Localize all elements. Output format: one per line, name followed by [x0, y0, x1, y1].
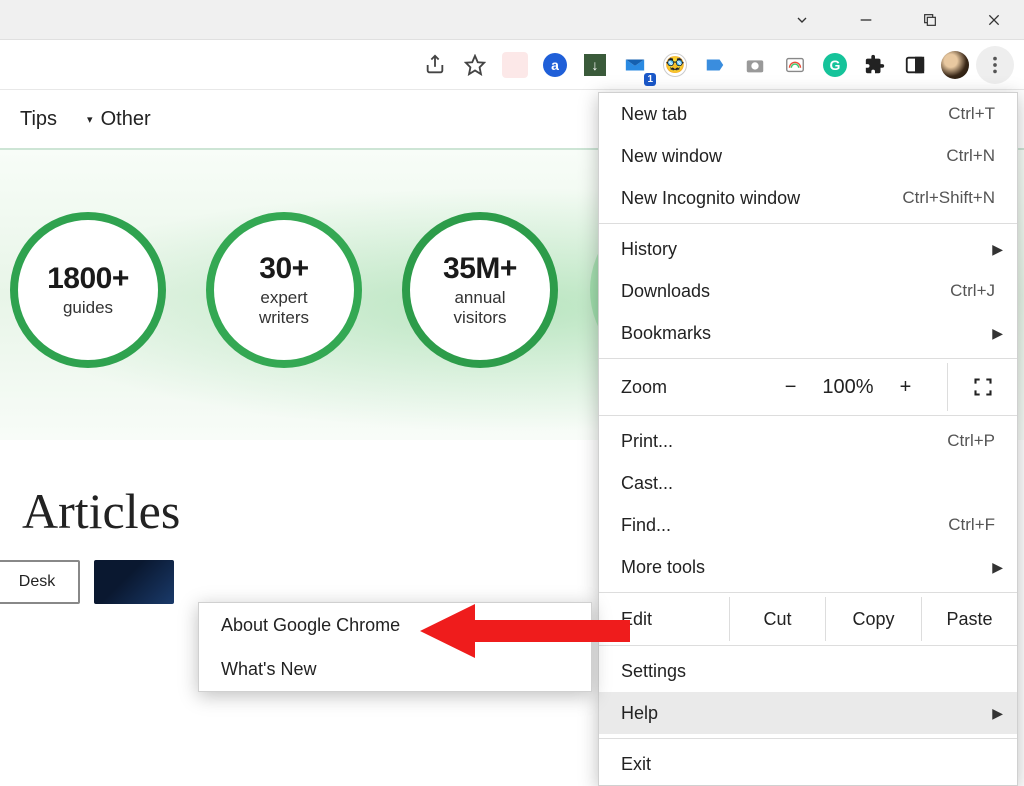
chevron-down-icon: ▾	[87, 113, 93, 126]
menu-more-tools[interactable]: More tools ▶	[599, 546, 1017, 588]
menu-zoom-row: Zoom − 100% +	[599, 363, 1017, 411]
extension-tag-icon[interactable]	[696, 46, 734, 84]
edit-cut-button[interactable]: Cut	[729, 597, 825, 641]
menu-separator	[599, 645, 1017, 646]
chrome-main-menu: New tab Ctrl+T New window Ctrl+N New Inc…	[598, 92, 1018, 786]
chevron-right-icon: ▶	[992, 705, 1003, 722]
stat-value: 30+	[259, 252, 308, 286]
menu-bookmarks[interactable]: Bookmarks ▶	[599, 312, 1017, 354]
extension-mail-icon[interactable]: 1	[616, 46, 654, 84]
extension-blank-icon[interactable]	[496, 46, 534, 84]
menu-edit-row: Edit Cut Copy Paste	[599, 597, 1017, 641]
stat-value: 1800+	[47, 262, 129, 296]
stat-circle: 1800+ guides	[10, 212, 166, 368]
bookmark-star-icon[interactable]	[456, 46, 494, 84]
extension-png-icon[interactable]: ↓	[576, 46, 614, 84]
stat-value: 35M+	[443, 252, 517, 286]
extension-camera-icon[interactable]	[736, 46, 774, 84]
share-icon[interactable]	[416, 46, 454, 84]
menu-new-tab[interactable]: New tab Ctrl+T	[599, 93, 1017, 135]
stat-circle: 30+ expertwriters	[206, 212, 362, 368]
zoom-out-button[interactable]: −	[785, 376, 797, 399]
help-submenu: About Google Chrome What's New	[198, 602, 592, 692]
menu-separator	[599, 358, 1017, 359]
nav-other[interactable]: ▾ Other	[87, 108, 151, 131]
thumbnail-dark[interactable]	[94, 560, 174, 604]
close-button[interactable]	[976, 4, 1012, 36]
tab-dropdown-icon[interactable]	[784, 4, 820, 36]
menu-separator	[599, 223, 1017, 224]
more-menu-button[interactable]	[976, 46, 1014, 84]
menu-help[interactable]: Help ▶	[599, 692, 1017, 734]
menu-settings[interactable]: Settings	[599, 650, 1017, 692]
stat-circle: 35M+ annualvisitors	[402, 212, 558, 368]
menu-new-incognito[interactable]: New Incognito window Ctrl+Shift+N	[599, 177, 1017, 219]
menu-separator	[599, 415, 1017, 416]
zoom-in-button[interactable]: +	[900, 376, 912, 399]
window-titlebar	[0, 0, 1024, 40]
edit-copy-button[interactable]: Copy	[825, 597, 921, 641]
maximize-button[interactable]	[912, 4, 948, 36]
fullscreen-button[interactable]	[947, 363, 1017, 411]
extension-a-icon[interactable]: a	[536, 46, 574, 84]
menu-exit[interactable]: Exit	[599, 743, 1017, 785]
nav-tips[interactable]: Tips	[20, 108, 57, 131]
thumbnail-desk[interactable]: Desk	[0, 560, 80, 604]
stat-label: guides	[63, 298, 113, 318]
nav-tips-label: Tips	[20, 108, 57, 131]
extension-rainbow-icon[interactable]	[776, 46, 814, 84]
browser-toolbar: a ↓ 1 🥸 G	[0, 40, 1024, 90]
submenu-whats-new[interactable]: What's New	[199, 647, 591, 691]
menu-find[interactable]: Find... Ctrl+F	[599, 504, 1017, 546]
menu-history[interactable]: History ▶	[599, 228, 1017, 270]
extension-duck-icon[interactable]: 🥸	[656, 46, 694, 84]
menu-cast[interactable]: Cast...	[599, 462, 1017, 504]
side-panel-icon[interactable]	[896, 46, 934, 84]
menu-downloads[interactable]: Downloads Ctrl+J	[599, 270, 1017, 312]
menu-separator	[599, 738, 1017, 739]
zoom-value: 100%	[822, 376, 873, 399]
menu-new-window[interactable]: New window Ctrl+N	[599, 135, 1017, 177]
stat-label: expertwriters	[259, 288, 309, 327]
extension-grammarly-icon[interactable]: G	[816, 46, 854, 84]
menu-separator	[599, 592, 1017, 593]
edit-paste-button[interactable]: Paste	[921, 597, 1017, 641]
profile-avatar[interactable]	[936, 46, 974, 84]
chevron-right-icon: ▶	[992, 325, 1003, 342]
submenu-about-chrome[interactable]: About Google Chrome	[199, 603, 591, 647]
chevron-right-icon: ▶	[992, 241, 1003, 258]
menu-print[interactable]: Print... Ctrl+P	[599, 420, 1017, 462]
minimize-button[interactable]	[848, 4, 884, 36]
stat-label: annualvisitors	[454, 288, 507, 327]
nav-other-label: Other	[101, 108, 151, 131]
chevron-right-icon: ▶	[992, 559, 1003, 576]
extensions-puzzle-icon[interactable]	[856, 46, 894, 84]
